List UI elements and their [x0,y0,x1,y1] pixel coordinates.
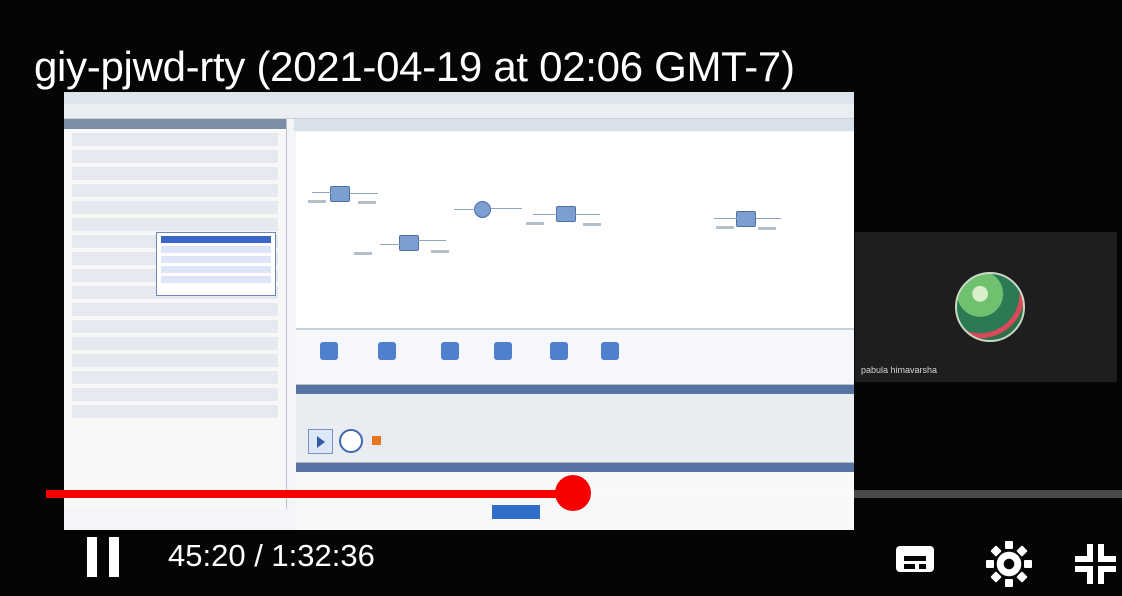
exit-fullscreen-button[interactable] [1070,539,1118,584]
time-display: 45:20 / 1:32:36 [168,538,375,573]
palette-object-icon [550,342,568,360]
shared-app-tabs [294,119,854,131]
subtitles-icon-line [904,556,926,561]
left-panel-row [72,201,278,214]
participant-tile: pabula himavarsha [855,232,1117,382]
subtitles-icon-line [904,564,915,569]
flowsheet-stream-line [575,214,600,215]
flowsheet-stream-line [714,218,738,219]
flowsheet-small-label [526,222,544,225]
flowsheet-small-label [758,227,776,230]
left-panel-row [72,371,278,384]
flowsheet-stream-line [418,240,446,241]
dropdown-option [161,266,271,273]
flowsheet-small-label [308,200,326,203]
flowsheet-small-label [716,226,734,229]
flowsheet-stream-line [312,192,332,193]
dropdown-option [161,246,271,253]
settings-icon [1005,579,1013,587]
shared-app-blue-button [492,505,540,519]
flowsheet-small-label [431,250,449,253]
shared-app-toolbar [64,104,854,119]
pause-button[interactable] [82,537,124,577]
palette-object-icon [441,342,459,360]
flowsheet-unit-icon [399,235,419,251]
subtitles-button[interactable] [892,539,940,581]
solver-play-icon [308,429,333,454]
palette-object-icon [378,342,396,360]
flowsheet-stream-line [380,244,402,245]
bottom-pane-title-bar [296,463,854,472]
exit-fullscreen-icon [1098,544,1116,562]
exit-fullscreen-icon [1075,566,1093,584]
solver-clock-icon [339,429,363,453]
palette-object-icon [320,342,338,360]
flowsheet-small-label [358,201,376,204]
settings-button[interactable] [985,539,1033,587]
shared-app-dropdown-list [156,232,276,296]
left-panel-title-bar [64,119,286,129]
shared-app-solver-panel [296,384,854,467]
pause-icon [109,537,119,577]
left-panel-row [72,133,278,146]
flowsheet-small-label [354,252,372,255]
video-title: giy-pjwd-rty (2021-04-19 at 02:06 GMT-7) [34,43,795,90]
settings-icon [1024,560,1032,568]
dropdown-option [161,256,271,263]
shared-screen-content [64,92,854,530]
left-panel-row [72,354,278,367]
flowsheet-unit-icon [556,206,576,222]
flowsheet-stream-line [454,209,476,210]
left-panel-row [72,303,278,316]
solver-stop-icon [372,436,381,445]
left-panel-row [72,388,278,401]
video-frame: pabula himavarsha giy-pjwd-rty (2021-04-… [0,0,1122,596]
exit-fullscreen-icon [1075,544,1093,562]
flowsheet-small-label [583,223,601,226]
left-panel-row [72,167,278,180]
left-panel-row [72,320,278,333]
shared-app-left-panel [64,119,287,509]
exit-fullscreen-icon [1098,566,1116,584]
left-panel-row [72,184,278,197]
participant-avatar [955,272,1025,342]
palette-object-icon [601,342,619,360]
flowsheet-stream-line [533,214,558,215]
flowsheet-unit-icon [474,201,491,218]
flowsheet-unit-icon [736,211,756,227]
subtitles-icon-line [919,564,926,569]
left-panel-row [72,405,278,418]
progress-scrubber-thumb[interactable] [555,475,592,511]
participant-name: pabula himavarsha [861,365,938,375]
pause-icon [87,537,97,577]
flowsheet-stream-line [756,218,781,219]
left-panel-row [72,150,278,163]
solver-panel-title-bar [296,385,854,394]
left-panel-row [72,218,278,231]
dropdown-option [161,276,271,283]
shared-app-object-palette [296,328,854,385]
flowsheet-stream-line [350,193,378,194]
dropdown-option-selected [161,236,271,243]
left-panel-row [72,337,278,350]
settings-icon [993,548,1025,580]
progress-bar-fill [46,490,574,498]
flowsheet-unit-icon [330,186,350,202]
flowsheet-stream-line [491,208,522,209]
palette-object-icon [494,342,512,360]
